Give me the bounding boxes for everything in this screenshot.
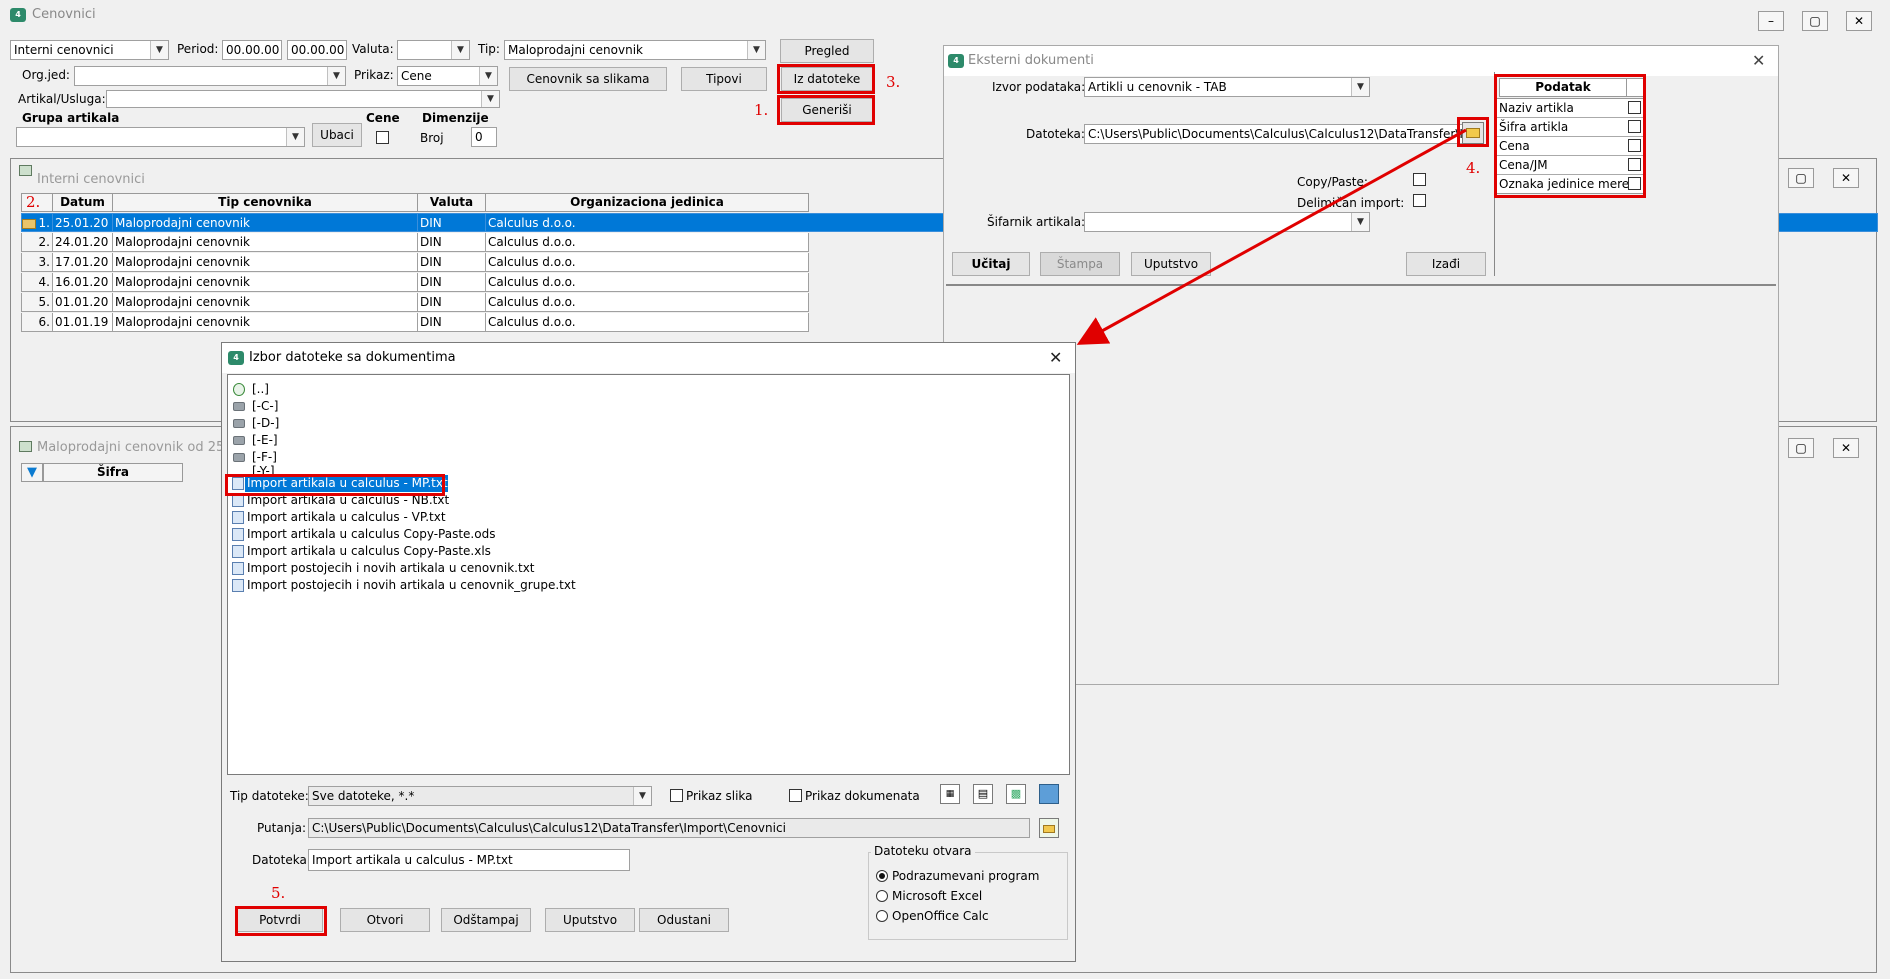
annotation-arrow-line <box>1076 128 1467 345</box>
annotation-arrow <box>1076 128 1467 345</box>
